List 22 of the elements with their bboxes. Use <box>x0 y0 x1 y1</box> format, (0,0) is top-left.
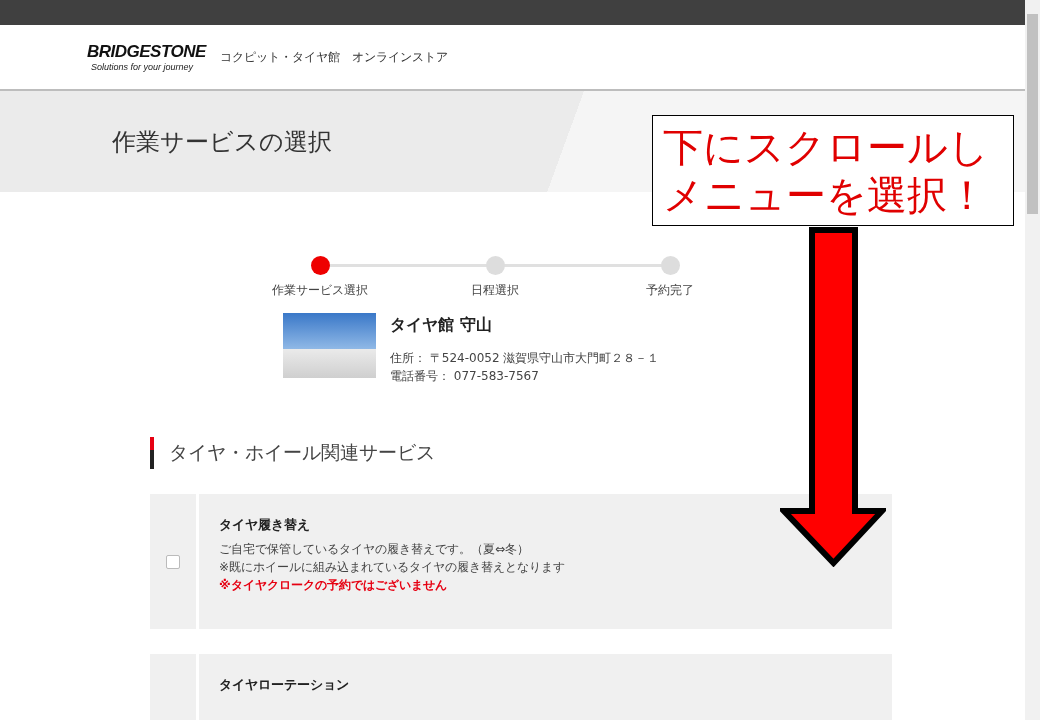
store-name: タイヤ館 守山 <box>390 315 493 336</box>
service-description: ご自宅で保管しているタイヤの履き替えです。（夏⇔冬） <box>219 541 531 558</box>
site-name: コクピット・タイヤ館 オンラインストア <box>219 48 448 66</box>
page-title: 作業サービスの選択 <box>112 126 332 158</box>
service-description: ※既にホイールに組み込まれているタイヤの履き替えとなります <box>219 559 566 576</box>
callout-text: 下にスクロールし <box>663 122 990 171</box>
service-title: タイヤローテーション <box>219 676 349 694</box>
service-card[interactable]: タイヤローテーション <box>150 654 892 720</box>
step-label: 予約完了 <box>646 282 694 299</box>
step-label: 日程選択 <box>471 282 519 299</box>
store-address: 住所： 〒524-0052 滋賀県守山市大門町２８－１ <box>390 350 660 367</box>
callout-text: メニューを選択！ <box>663 170 988 219</box>
service-title: タイヤ履き替え <box>219 516 311 534</box>
service-card[interactable]: タイヤ履き替え ご自宅で保管しているタイヤの履き替えです。（夏⇔冬） ※既にホイールに組み込まれているタイヤの履き替えとなります ※タイヤクロークの予約ではございません <box>150 494 892 629</box>
scrollbar[interactable] <box>1025 0 1040 720</box>
logo-wordmark[interactable]: BRIDGESTONE <box>87 42 206 60</box>
store-phone: 電話番号： 077-583-7567 <box>390 368 540 385</box>
scrollbar-thumb[interactable] <box>1027 14 1038 214</box>
step-label: 作業サービス選択 <box>272 282 368 299</box>
logo-tagline: Solutions for your journey <box>91 61 195 72</box>
service-warning: ※タイヤクロークの予約ではございません <box>219 577 448 594</box>
checkbox[interactable] <box>166 554 180 569</box>
